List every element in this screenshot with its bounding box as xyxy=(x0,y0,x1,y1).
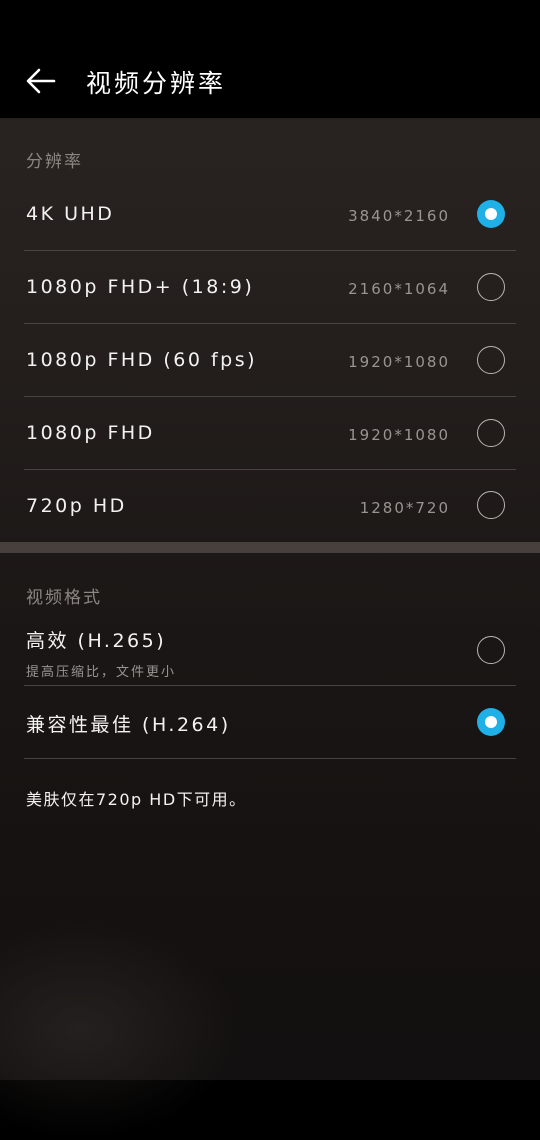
option-label: 1080p FHD xyxy=(26,422,155,444)
format-option-h264[interactable]: 兼容性最佳 (H.264) xyxy=(0,686,540,758)
option-resolution-value: 1280*720 xyxy=(359,499,450,517)
resolution-option-1080p-fhd-plus[interactable]: 1080p FHD+ (18:9) 2160*1064 xyxy=(0,251,540,323)
radio-unselected-icon[interactable] xyxy=(477,491,505,519)
option-resolution-value: 3840*2160 xyxy=(348,207,450,225)
radio-unselected-icon[interactable] xyxy=(477,636,505,664)
option-label: 1080p FHD (60 fps) xyxy=(26,349,258,371)
option-label: 1080p FHD+ (18:9) xyxy=(26,276,255,298)
arrow-left-icon xyxy=(26,68,56,94)
radio-selected-icon[interactable] xyxy=(477,200,505,228)
divider xyxy=(24,758,516,759)
option-label: 兼容性最佳 (H.264) xyxy=(26,714,231,736)
title-bar: 视频分辨率 xyxy=(0,0,540,118)
app-screen: 视频分辨率 分辨率 4K UHD 3840*2160 1080p FHD+ (1… xyxy=(0,0,540,1140)
option-label: 高效 (H.265) xyxy=(26,630,167,652)
resolution-option-720p-hd[interactable]: 720p HD 1280*720 xyxy=(0,470,540,542)
page-title: 视频分辨率 xyxy=(86,69,227,98)
option-resolution-value: 2160*1064 xyxy=(348,280,450,298)
back-button[interactable] xyxy=(18,58,64,104)
option-resolution-value: 1920*1080 xyxy=(348,353,450,371)
section-label-video-format: 视频格式 xyxy=(26,588,102,608)
option-label: 720p HD xyxy=(26,495,127,517)
option-label: 4K UHD xyxy=(26,203,115,225)
radio-unselected-icon[interactable] xyxy=(477,346,505,374)
radio-unselected-icon[interactable] xyxy=(477,419,505,447)
radio-selected-icon[interactable] xyxy=(477,708,505,736)
option-resolution-value: 1920*1080 xyxy=(348,426,450,444)
section-divider xyxy=(0,542,540,553)
resolution-option-1080p-fhd[interactable]: 1080p FHD 1920*1080 xyxy=(0,397,540,469)
resolution-option-1080p-fhd-60fps[interactable]: 1080p FHD (60 fps) 1920*1080 xyxy=(0,324,540,396)
option-description: 提高压缩比，文件更小 xyxy=(26,665,177,680)
section-label-resolution: 分辨率 xyxy=(26,152,83,172)
radio-unselected-icon[interactable] xyxy=(477,273,505,301)
resolution-option-4k-uhd[interactable]: 4K UHD 3840*2160 xyxy=(0,178,540,250)
format-option-h265[interactable]: 高效 (H.265) 提高压缩比，文件更小 xyxy=(0,614,540,685)
beauty-availability-note: 美肤仅在720p HD下可用。 xyxy=(26,790,247,809)
